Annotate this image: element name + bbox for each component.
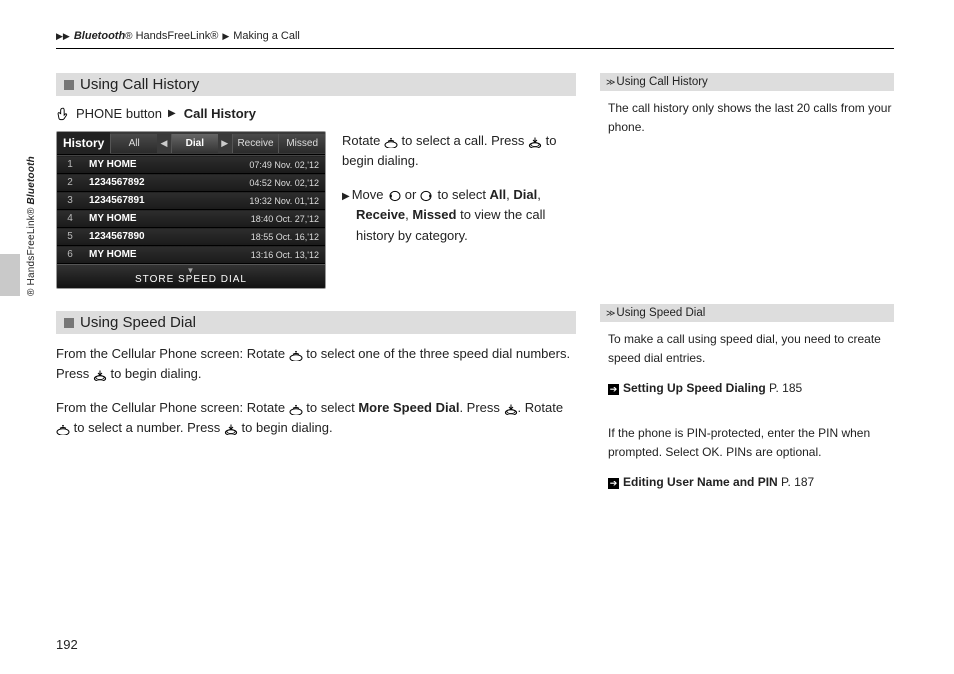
xref-edit-pin: ➔Editing User Name and PIN P. 187	[608, 473, 892, 492]
shot-tab-receive: Receive	[232, 134, 279, 153]
move-instruction: ▶Move or to select All, Dial, Receive, M…	[342, 185, 576, 245]
chevron-icon: ▶	[168, 108, 176, 119]
chevron-icon: ▶	[222, 31, 229, 42]
left-arrow-icon: ◀	[157, 134, 171, 153]
dial-icon	[289, 403, 303, 415]
side-note2-body: To make a call using speed dial, you nee…	[600, 330, 894, 492]
chevrons-icon: ≫	[606, 77, 612, 88]
table-row: 4MY HOME18:40 Oct. 27,'12	[57, 210, 325, 228]
dial-icon	[56, 423, 70, 435]
hand-icon	[56, 107, 70, 121]
press-icon	[93, 369, 107, 381]
step-call-history: Call History	[184, 106, 256, 121]
crumb-seg2: HandsFreeLink®	[133, 30, 219, 42]
shot-tab-dial: Dial	[171, 134, 218, 153]
dial-icon	[384, 136, 398, 148]
section1-title: Using Call History	[80, 76, 199, 93]
right-arrow-icon: ▶	[218, 134, 232, 153]
vertical-section-label: ® HandsFreeLink® Bluetooth	[26, 156, 37, 296]
step-phone-btn: PHONE button	[76, 106, 162, 121]
press-icon	[528, 136, 542, 148]
chevron-icon: ▶▶	[56, 31, 70, 42]
side-note1-title: Using Call History	[616, 76, 707, 88]
press-icon	[504, 403, 518, 415]
xref-speed-dial: ➔Setting Up Speed Dialing P. 185	[608, 379, 892, 398]
shot-tab-missed: Missed	[278, 134, 325, 153]
side-note-heading-2: ≫ Using Speed Dial	[600, 304, 894, 322]
press-icon	[224, 423, 238, 435]
side-note-heading-1: ≫ Using Call History	[600, 73, 894, 91]
link-box-icon: ➔	[608, 478, 619, 489]
device-screenshot: History All ◀ Dial ▶ Receive Missed 1MY …	[56, 131, 326, 289]
pin-note: If the phone is PIN-protected, enter the…	[608, 424, 892, 461]
shot-table: 1MY HOME07:49 Nov. 02,'12 2123456789204:…	[57, 155, 325, 264]
section2-title: Using Speed Dial	[80, 314, 196, 331]
speed-dial-para1: From the Cellular Phone screen: Rotate t…	[56, 344, 576, 384]
crumb-reg1: ®	[125, 31, 132, 42]
rotate-instruction: Rotate to select a call. Press to begin …	[342, 131, 576, 171]
move-right-icon	[420, 190, 434, 202]
link-box-icon: ➔	[608, 384, 619, 395]
shot-label: History	[57, 132, 110, 154]
triangle-bullet-icon: ▶	[342, 191, 350, 202]
table-row: 2123456789204:52 Nov. 02,'12	[57, 174, 325, 192]
table-row: 6MY HOME13:16 Oct. 13,'12	[57, 246, 325, 264]
square-bullet-icon	[64, 318, 74, 328]
table-row: 5123456789018:55 Oct. 16,'12	[57, 228, 325, 246]
page-number: 192	[56, 637, 78, 652]
section-heading-call-history: Using Call History	[56, 73, 576, 96]
square-bullet-icon	[64, 80, 74, 90]
side-note2-title: Using Speed Dial	[616, 307, 705, 319]
page-edge-tab	[0, 254, 20, 296]
table-row: 3123456789119:32 Nov. 01,'12	[57, 192, 325, 210]
side-note1-body: The call history only shows the last 20 …	[600, 99, 894, 136]
section-heading-speed-dial: Using Speed Dial	[56, 311, 576, 334]
breadcrumb: ▶▶ Bluetooth® HandsFreeLink® ▶ Making a …	[56, 30, 894, 49]
crumb-seg3: Making a Call	[233, 30, 300, 42]
crumb-seg1: Bluetooth	[74, 30, 125, 42]
table-row: 1MY HOME07:49 Nov. 02,'12	[57, 156, 325, 174]
shot-footer: ▼STORE SPEED DIAL	[57, 264, 325, 288]
move-left-icon	[387, 190, 401, 202]
step-path: PHONE button ▶ Call History	[56, 106, 576, 121]
chevrons-icon: ≫	[606, 308, 612, 319]
shot-tab-all: All	[110, 134, 157, 153]
speed-dial-para2: From the Cellular Phone screen: Rotate t…	[56, 398, 576, 438]
dial-icon	[289, 349, 303, 361]
